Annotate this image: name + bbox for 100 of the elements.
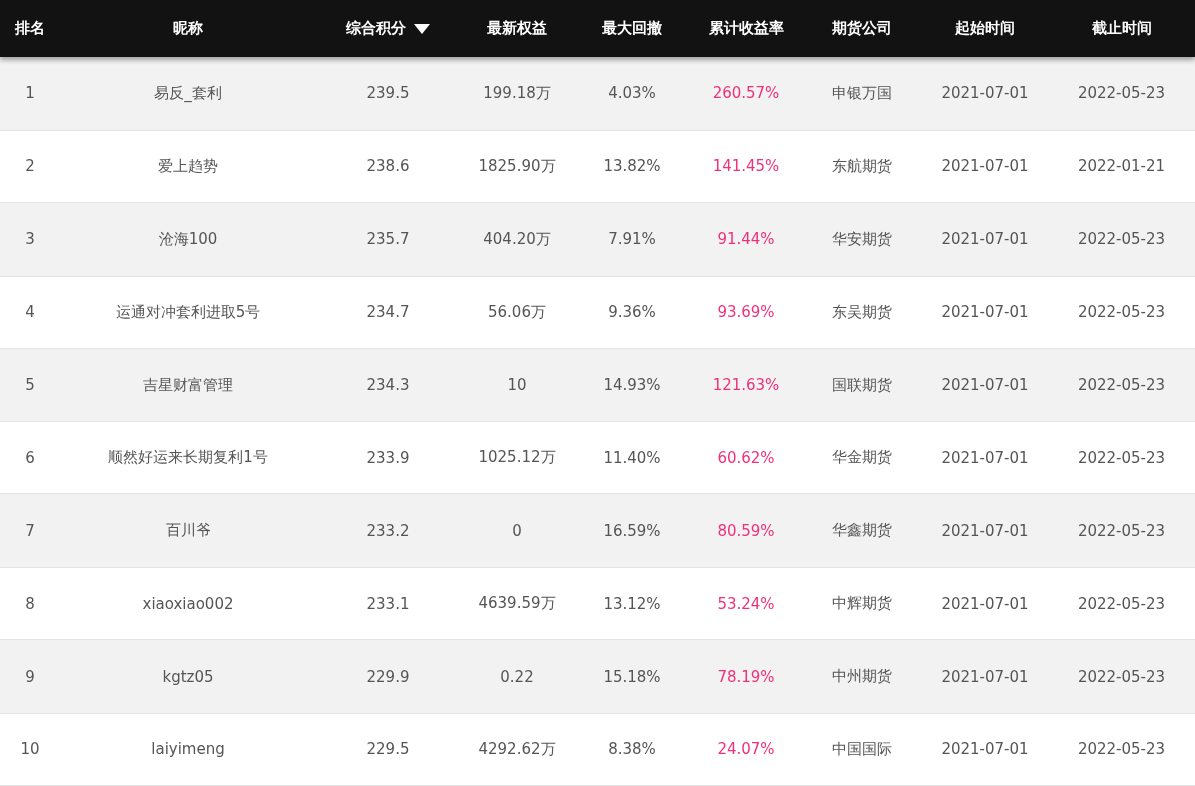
table-cell-text: 1025.12万	[477, 447, 557, 469]
table-cell-text: 13.82%	[602, 156, 662, 178]
column-header[interactable]: 期货公司	[802, 0, 922, 57]
table-cell-text: 1	[24, 83, 36, 105]
table-cell-text: 14.93%	[602, 375, 662, 396]
table-cell-text: 吉星财富管理	[142, 374, 234, 396]
table-cell-text: 121.63%	[711, 375, 781, 396]
table-cell-text: 5	[24, 375, 36, 396]
table-cell-text: 8.38%	[607, 739, 657, 761]
table-cell-text: 2022-05-23	[1076, 229, 1167, 251]
table-cell-text: 233.2	[365, 520, 411, 542]
table-cell-text: 2022-05-23	[1076, 520, 1167, 542]
table-cell-text: 运通对冲套利进取5号	[114, 301, 262, 323]
table-cell-text: 2021-07-01	[940, 302, 1030, 324]
table-cell-text: 华鑫期货	[831, 520, 893, 542]
table-cell-text: 11.40%	[602, 447, 662, 469]
table-cell-text: 2022-01-21	[1076, 156, 1167, 178]
table-cell-text: xiaoxiao002	[141, 593, 235, 615]
table-cell-text: 4	[24, 302, 36, 324]
table-cell-text: 234.7	[365, 302, 411, 324]
table-cell-text: 顺然好运来长期复利1号	[107, 447, 269, 469]
table-cell-text: 4.03%	[607, 83, 657, 105]
table-cell-text: 申银万国	[831, 82, 893, 104]
column-header[interactable]: 排名	[0, 0, 60, 57]
table-cell-text: 东吴期货	[831, 301, 893, 323]
table-cell-text: 229.9	[365, 666, 411, 688]
table-cell-text: 2022-05-23	[1076, 302, 1167, 324]
sort-descending-icon[interactable]	[414, 23, 430, 34]
table-cell-text: 404.20万	[482, 228, 552, 250]
table-cell-text: 2021-07-01	[940, 229, 1030, 251]
table-cell-text: 24.07%	[716, 739, 776, 761]
table-cell-text: 10	[19, 739, 41, 761]
table-cell-text: 91.44%	[716, 229, 776, 251]
table-cell-text: 93.69%	[716, 302, 776, 324]
table-cell-text: 53.24%	[716, 593, 776, 615]
table-cell-text: 易反_套利	[153, 82, 223, 104]
table-cell-text: 199.18万	[482, 82, 552, 104]
table-cell-text: 2022-05-23	[1076, 739, 1167, 761]
table-cell-text: 56.06万	[487, 301, 547, 323]
table-cell-text: 2021-07-01	[940, 739, 1030, 761]
table-cell-text: 2021-07-01	[940, 666, 1030, 688]
table-cell-text: 7	[24, 520, 36, 542]
column-header[interactable]: 累计收益率	[690, 0, 802, 57]
column-header[interactable]: 最新权益	[460, 0, 574, 57]
table-cell-text: 7.91%	[607, 229, 657, 251]
table-cell-text: 16.59%	[602, 520, 662, 542]
table-cell-text: 2021-07-01	[940, 83, 1030, 105]
table-cell-text: 15.18%	[602, 666, 662, 688]
table-cell-text: 10	[506, 375, 528, 396]
table-cell-text: laiyimeng	[150, 739, 226, 761]
table-cell-text: 2022-05-23	[1076, 375, 1167, 396]
column-header[interactable]: 最大回撤	[574, 0, 690, 57]
table-cell-text: 2022-05-23	[1076, 83, 1167, 105]
table-cell-text: 2021-07-01	[940, 447, 1030, 469]
table-cell-text: 260.57%	[711, 83, 781, 105]
column-header[interactable]: 综合积分	[316, 0, 460, 57]
table-cell-text: 78.19%	[716, 666, 776, 688]
table-cell-text: 中国国际	[831, 738, 893, 760]
table-cell-text: 233.1	[365, 593, 411, 615]
table-cell-text: 1825.90万	[477, 155, 557, 177]
table-cell-text: 2021-07-01	[940, 375, 1030, 396]
table-cell-text: 东航期货	[831, 155, 893, 177]
table-cell-text: 9.36%	[607, 302, 657, 324]
table-cell-text: 爱上趋势	[157, 155, 219, 177]
table-cell-text: 4292.62万	[477, 738, 557, 760]
table-cell-text: 8	[24, 593, 36, 615]
table-cell-text: 235.7	[365, 229, 411, 251]
table-cell-text: 中州期货	[831, 666, 893, 688]
table-cell-text: 3	[24, 229, 36, 251]
table-cell-text: 238.6	[365, 156, 411, 178]
table-cell-text: 234.3	[365, 375, 411, 396]
table-cell-text: 9	[24, 666, 36, 688]
column-header[interactable]: 截止时间	[1048, 0, 1195, 57]
table-cell-text: 2022-05-23	[1076, 666, 1167, 688]
table-cell-text: 2022-05-23	[1076, 447, 1167, 469]
table-cell-text: kgtz05	[161, 666, 215, 688]
table-cell-text: 2022-05-23	[1076, 593, 1167, 615]
table-cell-text: 2021-07-01	[940, 520, 1030, 542]
table-cell-text: 233.9	[365, 447, 411, 469]
table-cell-text: 0.22	[499, 666, 535, 688]
table-cell-text: 4639.59万	[477, 593, 557, 615]
table-cell-text: 华金期货	[831, 447, 893, 469]
table-cell-text: 229.5	[365, 739, 411, 761]
table-cell-text: 2021-07-01	[940, 593, 1030, 615]
table-cell-text: 60.62%	[716, 447, 776, 469]
table-cell-text: 141.45%	[711, 156, 781, 178]
column-header[interactable]: 昵称	[60, 0, 316, 57]
table-cell-text: 2	[24, 156, 36, 178]
table-cell-text: 沧海100	[157, 228, 219, 250]
table-cell-text: 国联期货	[831, 374, 893, 396]
table-cell-text: 0	[511, 520, 523, 542]
table-cell-text: 6	[24, 447, 36, 469]
table-cell-text: 百川爷	[164, 520, 212, 542]
table-cell-text: 13.12%	[602, 593, 662, 615]
table-cell-text: 239.5	[365, 83, 411, 105]
table-cell-text: 80.59%	[716, 520, 776, 542]
column-header[interactable]: 起始时间	[922, 0, 1048, 57]
table-cell-text: 2021-07-01	[940, 156, 1030, 178]
table-cell-text: 中辉期货	[831, 593, 893, 615]
table-cell-text: 华安期货	[831, 228, 893, 250]
